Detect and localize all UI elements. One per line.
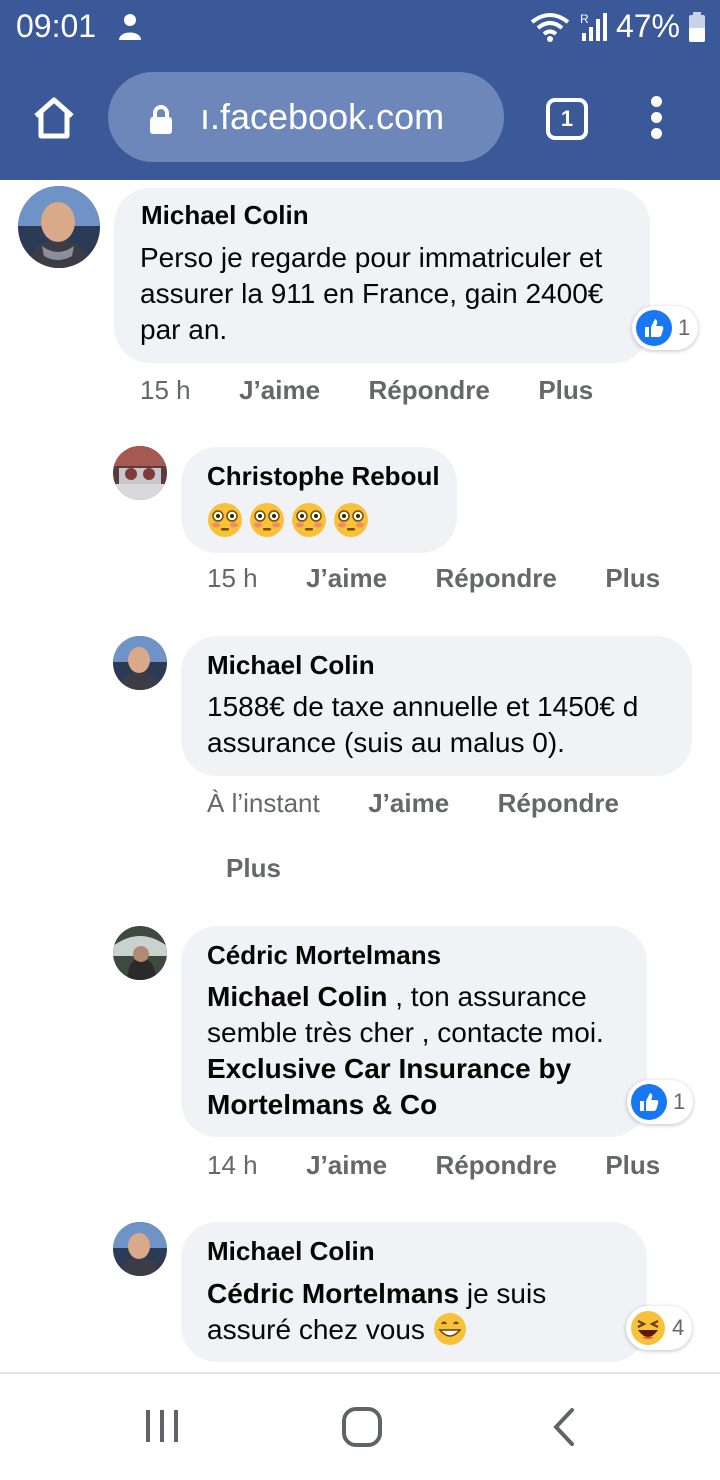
avatar[interactable] — [113, 446, 167, 500]
system-nav-bar — [0, 1372, 720, 1480]
status-right: R 47% — [530, 8, 706, 45]
thumbs-up-icon — [631, 1084, 667, 1120]
thumbs-up-icon — [636, 310, 672, 346]
reply-button[interactable]: Répondre — [498, 788, 619, 818]
lock-icon — [150, 105, 172, 134]
notification-icon — [119, 14, 141, 40]
flushed-emoji-icon — [208, 503, 242, 537]
more-button[interactable]: Plus — [605, 1150, 660, 1180]
reaction-summary[interactable]: 1 — [632, 306, 699, 350]
reaction-summary[interactable]: 1 — [627, 1080, 694, 1124]
home-icon[interactable] — [30, 94, 78, 142]
reply-button[interactable]: Répondre — [436, 563, 557, 593]
grinning-emoji-icon — [433, 1313, 466, 1345]
comment-emojis — [207, 502, 369, 538]
url-text: ı.facebook.com — [200, 96, 445, 137]
status-bar: 09:01 R 47% — [0, 0, 720, 56]
avatar[interactable] — [113, 636, 167, 690]
comment-author[interactable]: Michael Colin — [207, 650, 375, 681]
more-button[interactable]: Plus — [226, 853, 281, 883]
avatar[interactable] — [18, 186, 100, 268]
reaction-count: 4 — [672, 1315, 685, 1340]
wifi-icon — [530, 12, 570, 42]
comment-time: 15 h — [207, 563, 258, 593]
comment-actions: 15 h J’aime Répondre Plus — [207, 563, 660, 594]
avatar[interactable] — [113, 1222, 167, 1276]
more-vert-icon[interactable] — [646, 96, 668, 140]
comment-actions: 14 h J’aime Répondre Plus — [207, 1150, 660, 1181]
comment-text: Cédric Mortelmans je suis assuré chez vo… — [207, 1278, 547, 1345]
reply-button[interactable]: Répondre — [369, 375, 490, 405]
more-button[interactable]: Plus — [538, 375, 593, 405]
status-time: 09:01 — [16, 8, 97, 44]
svg-text:R: R — [580, 12, 589, 26]
reply-button[interactable]: Répondre — [436, 1150, 557, 1180]
battery-percent: 47% — [615, 8, 680, 44]
battery-icon — [689, 11, 705, 42]
like-button[interactable]: J’aime — [368, 788, 449, 818]
comment-actions-more: Plus — [226, 853, 281, 884]
comment-author[interactable]: Christophe Reboul — [207, 461, 440, 492]
recents-icon[interactable] — [142, 1406, 182, 1446]
comment-time: 14 h — [207, 1150, 258, 1180]
like-button[interactable]: J’aime — [306, 1150, 387, 1180]
mention-link[interactable]: Cédric Mortelmans — [207, 1278, 459, 1309]
reaction-summary[interactable]: 4 — [626, 1306, 693, 1350]
flushed-emoji-icon — [334, 503, 368, 537]
flushed-emoji-icon — [250, 503, 284, 537]
reaction-count: 1 — [678, 315, 691, 340]
comment-author[interactable]: Michael Colin — [141, 200, 309, 231]
comment-text: Michael Colin , ton assurance semble trè… — [207, 981, 604, 1120]
comment-author[interactable]: Cédric Mortelmans — [207, 940, 441, 971]
back-icon[interactable] — [548, 1406, 578, 1448]
comment-text: 1588€ de taxe annuelle et 1450€ d assura… — [207, 691, 639, 758]
flushed-emoji-icon — [292, 503, 326, 537]
browser-top-bar: 09:01 R 47% ı.facebook.com 1 — [0, 0, 720, 180]
comment-actions: 15 h J’aime Répondre Plus — [140, 375, 593, 406]
more-button[interactable]: Plus — [605, 563, 660, 593]
comment-text: Perso je regarde pour immatriculer et as… — [140, 242, 604, 345]
signal-icon: R — [580, 12, 607, 41]
like-button[interactable]: J’aime — [239, 375, 320, 405]
tabs-button[interactable]: 1 — [546, 98, 588, 140]
comment-time: 15 h — [140, 375, 191, 405]
avatar[interactable] — [113, 926, 167, 980]
nav-home-icon[interactable] — [341, 1406, 383, 1448]
laughing-emoji-icon — [631, 1311, 665, 1345]
comment-author[interactable]: Michael Colin — [207, 1236, 375, 1267]
url-bar[interactable]: ı.facebook.com — [108, 72, 504, 162]
bold-text: Exclusive Car Insurance by Mortelmans & … — [207, 1053, 572, 1120]
reaction-count: 1 — [673, 1089, 686, 1114]
comment-actions: À l’instant J’aime Répondre — [207, 788, 619, 819]
like-button[interactable]: J’aime — [306, 563, 387, 593]
comment-time: À l’instant — [207, 788, 320, 818]
mention-link[interactable]: Michael Colin — [207, 981, 387, 1012]
